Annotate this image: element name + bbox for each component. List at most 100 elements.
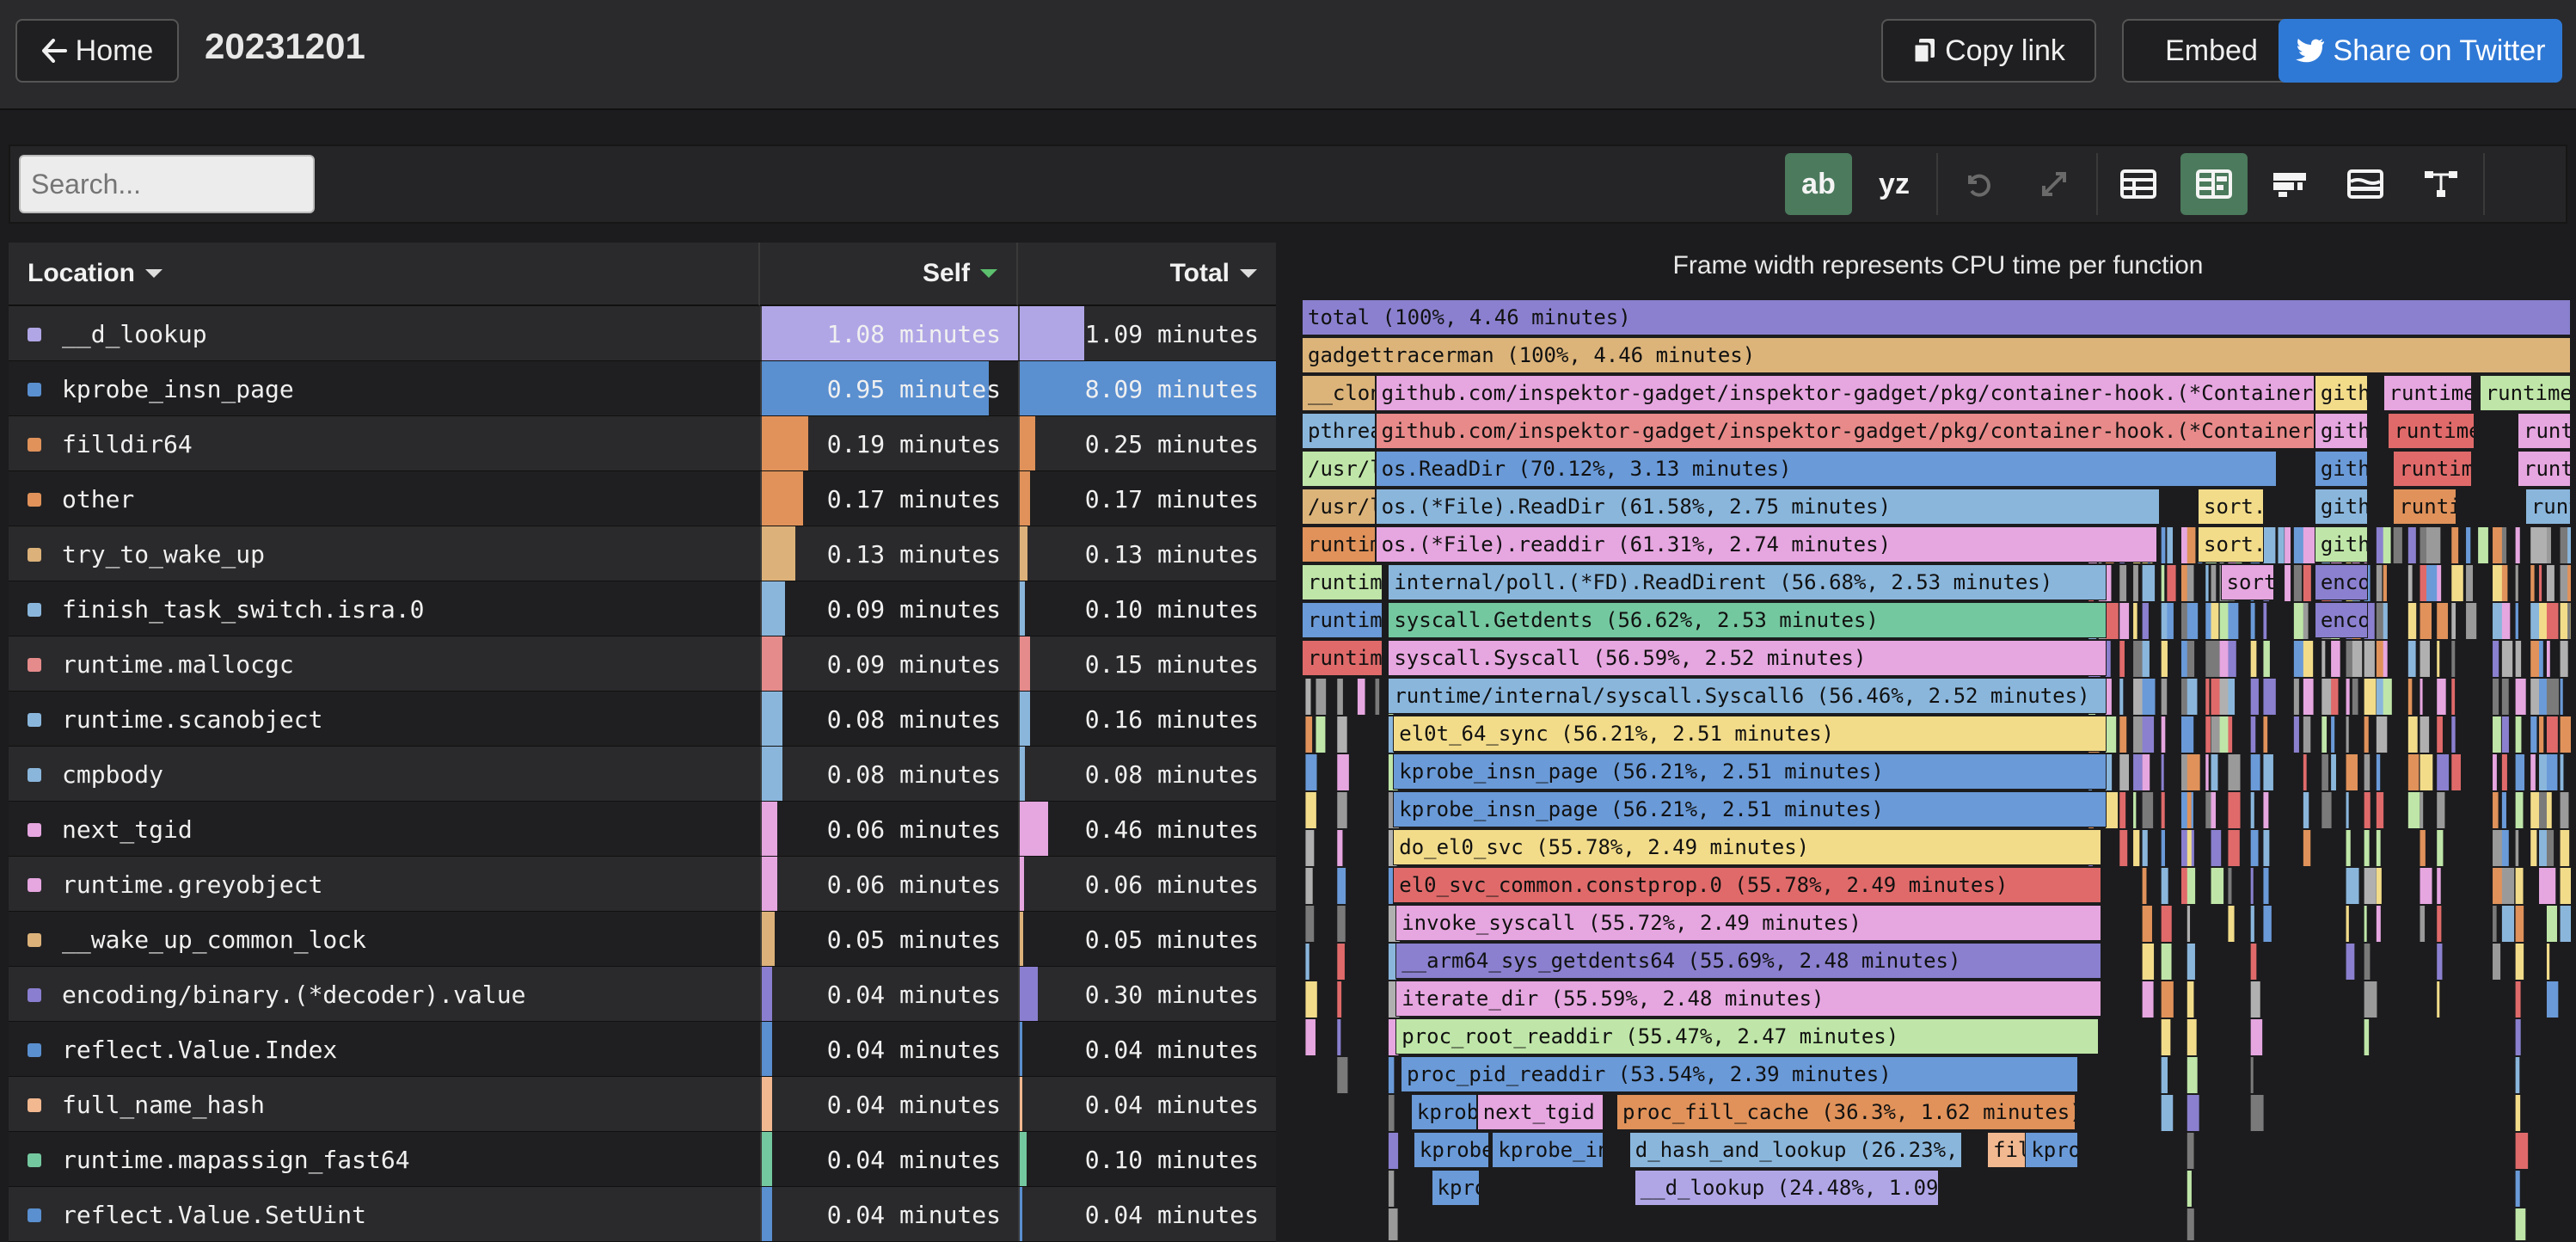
flame-frame[interactable]: d_hash_and_lookup (26.23%, 1.17 minutes) [1628,1132,1962,1168]
narrow-frame[interactable] [2321,754,2328,790]
flame-frame[interactable]: proc_root_readdir (55.47%, 2.47 minutes) [1395,1018,2099,1054]
flame-frame[interactable]: pthread [1302,413,1376,449]
narrow-frame[interactable] [2161,527,2166,563]
flame-frame[interactable]: do_el0_svc (55.78%, 2.49 minutes) [1393,829,2101,865]
flame-frame[interactable]: kprobe_insn [1492,1132,1604,1168]
narrow-frame[interactable] [2437,944,2443,980]
narrow-frame[interactable] [2187,527,2196,563]
narrow-frame[interactable] [2546,716,2558,753]
narrow-frame[interactable] [2105,754,2113,790]
narrow-frame[interactable] [2119,679,2124,715]
narrow-frame[interactable] [2530,754,2536,790]
narrow-frame[interactable] [2133,565,2138,601]
narrow-frame[interactable] [2567,603,2571,639]
narrow-frame[interactable] [2161,1095,2174,1131]
narrow-frame[interactable] [2228,716,2233,753]
narrow-frame[interactable] [2293,716,2299,753]
flame-frame[interactable]: kprobe [1431,1170,1480,1206]
narrow-frame[interactable] [2364,906,2367,942]
narrow-frame[interactable] [2293,603,2303,639]
narrow-frame[interactable] [2437,792,2445,828]
table-row[interactable]: reflect.Value.SetUint 0.04 minutes 0.04 mi… [9,1187,1276,1242]
narrow-frame[interactable] [2420,792,2424,828]
narrow-frame[interactable] [2515,716,2522,753]
share-twitter-button[interactable]: Share on Twitter [2279,19,2562,83]
narrow-frame[interactable] [2187,868,2196,904]
narrow-frame[interactable] [2119,716,2127,753]
narrow-frame[interactable] [2546,679,2560,715]
narrow-frame[interactable] [2451,641,2456,677]
narrow-frame[interactable] [2142,792,2154,828]
flame-frame[interactable]: runtime [1302,602,1383,638]
narrow-frame[interactable] [2293,679,2299,715]
narrow-frame[interactable] [2437,641,2440,677]
flame-frame[interactable]: proc_pid_readdir (53.54%, 2.39 minutes) [1401,1056,2079,1092]
narrow-frame[interactable] [2437,679,2446,715]
narrow-frame[interactable] [2567,527,2571,563]
narrow-frame[interactable] [2346,792,2349,828]
narrow-frame[interactable] [2211,603,2219,639]
narrow-frame[interactable] [2493,906,2497,942]
narrow-frame[interactable] [1305,981,1317,1018]
flame-frame[interactable]: github.com [2314,375,2368,411]
narrow-frame[interactable] [2303,716,2311,753]
narrow-frame[interactable] [2331,641,2340,677]
narrow-frame[interactable] [2187,792,2192,828]
flame-frame[interactable]: runtime [2518,451,2571,487]
narrow-frame[interactable] [2187,1208,2194,1240]
narrow-frame[interactable] [2228,679,2236,715]
narrow-frame[interactable] [2539,603,2548,639]
narrow-frame[interactable] [2420,603,2432,639]
narrow-frame[interactable] [2142,641,2150,677]
flame-frame[interactable]: runtime [1302,564,1383,600]
narrow-frame[interactable] [2567,565,2571,601]
narrow-frame[interactable] [2250,906,2254,942]
narrow-frame[interactable] [2228,830,2240,866]
narrow-frame[interactable] [2515,565,2518,601]
narrow-frame[interactable] [2364,1019,2370,1055]
narrow-frame[interactable] [2346,906,2349,942]
narrow-frame[interactable] [1305,754,1317,790]
narrow-frame[interactable] [2187,906,2191,942]
narrow-frame[interactable] [2250,1057,2254,1093]
narrow-frame[interactable] [2437,716,2443,753]
narrow-frame[interactable] [2161,944,2172,980]
narrow-frame[interactable] [2376,565,2383,601]
total-header[interactable]: Total [1018,243,1276,306]
narrow-frame[interactable] [2437,906,2442,942]
narrow-frame[interactable] [2263,792,2269,828]
table-row[interactable]: runtime.mapassign_fast64 0.04 minutes 0.10… [9,1132,1276,1187]
narrow-frame[interactable] [2211,754,2218,790]
narrow-frame[interactable] [2250,830,2259,866]
narrow-frame[interactable] [2161,641,2168,677]
narrow-frame[interactable] [2501,603,2511,639]
narrow-frame[interactable] [2530,603,2541,639]
narrow-frame[interactable] [1305,792,1316,828]
narrow-frame[interactable] [1305,944,1309,980]
flame-frame[interactable]: syscall.Getdents (56.62%, 2.53 minutes) [1388,602,2107,638]
table-row[interactable]: runtime.greyobject 0.06 minutes 0.06 minut… [9,857,1276,912]
narrow-frame[interactable] [2142,944,2155,980]
narrow-frame[interactable] [2321,679,2333,715]
narrow-frame[interactable] [2205,716,2211,753]
narrow-frame[interactable] [1305,906,1315,942]
narrow-frame[interactable] [2515,1057,2520,1093]
narrow-frame[interactable] [2161,1019,2171,1055]
narrow-frame[interactable] [2250,603,2255,639]
narrow-frame[interactable] [2493,868,2503,904]
flame-frame[interactable]: proc_fill_cache (36.3%, 1.62 minutes) [1616,1094,2076,1130]
narrow-frame[interactable] [2228,906,2235,942]
narrow-frame[interactable] [2142,716,2155,753]
flame-frame[interactable]: encoding [2314,564,2368,600]
narrow-frame[interactable] [2187,1019,2197,1055]
narrow-frame[interactable] [2560,754,2564,790]
ab-button[interactable]: ab [1785,153,1852,215]
narrow-frame[interactable] [2187,679,2198,715]
narrow-frame[interactable] [2161,868,2168,904]
narrow-frame[interactable] [2219,641,2229,677]
narrow-frame[interactable] [2407,603,2417,639]
narrow-frame[interactable] [2346,830,2351,866]
narrow-frame[interactable] [2376,716,2388,753]
flame-frame[interactable]: runtime [2388,413,2475,449]
narrow-frame[interactable] [2539,641,2543,677]
